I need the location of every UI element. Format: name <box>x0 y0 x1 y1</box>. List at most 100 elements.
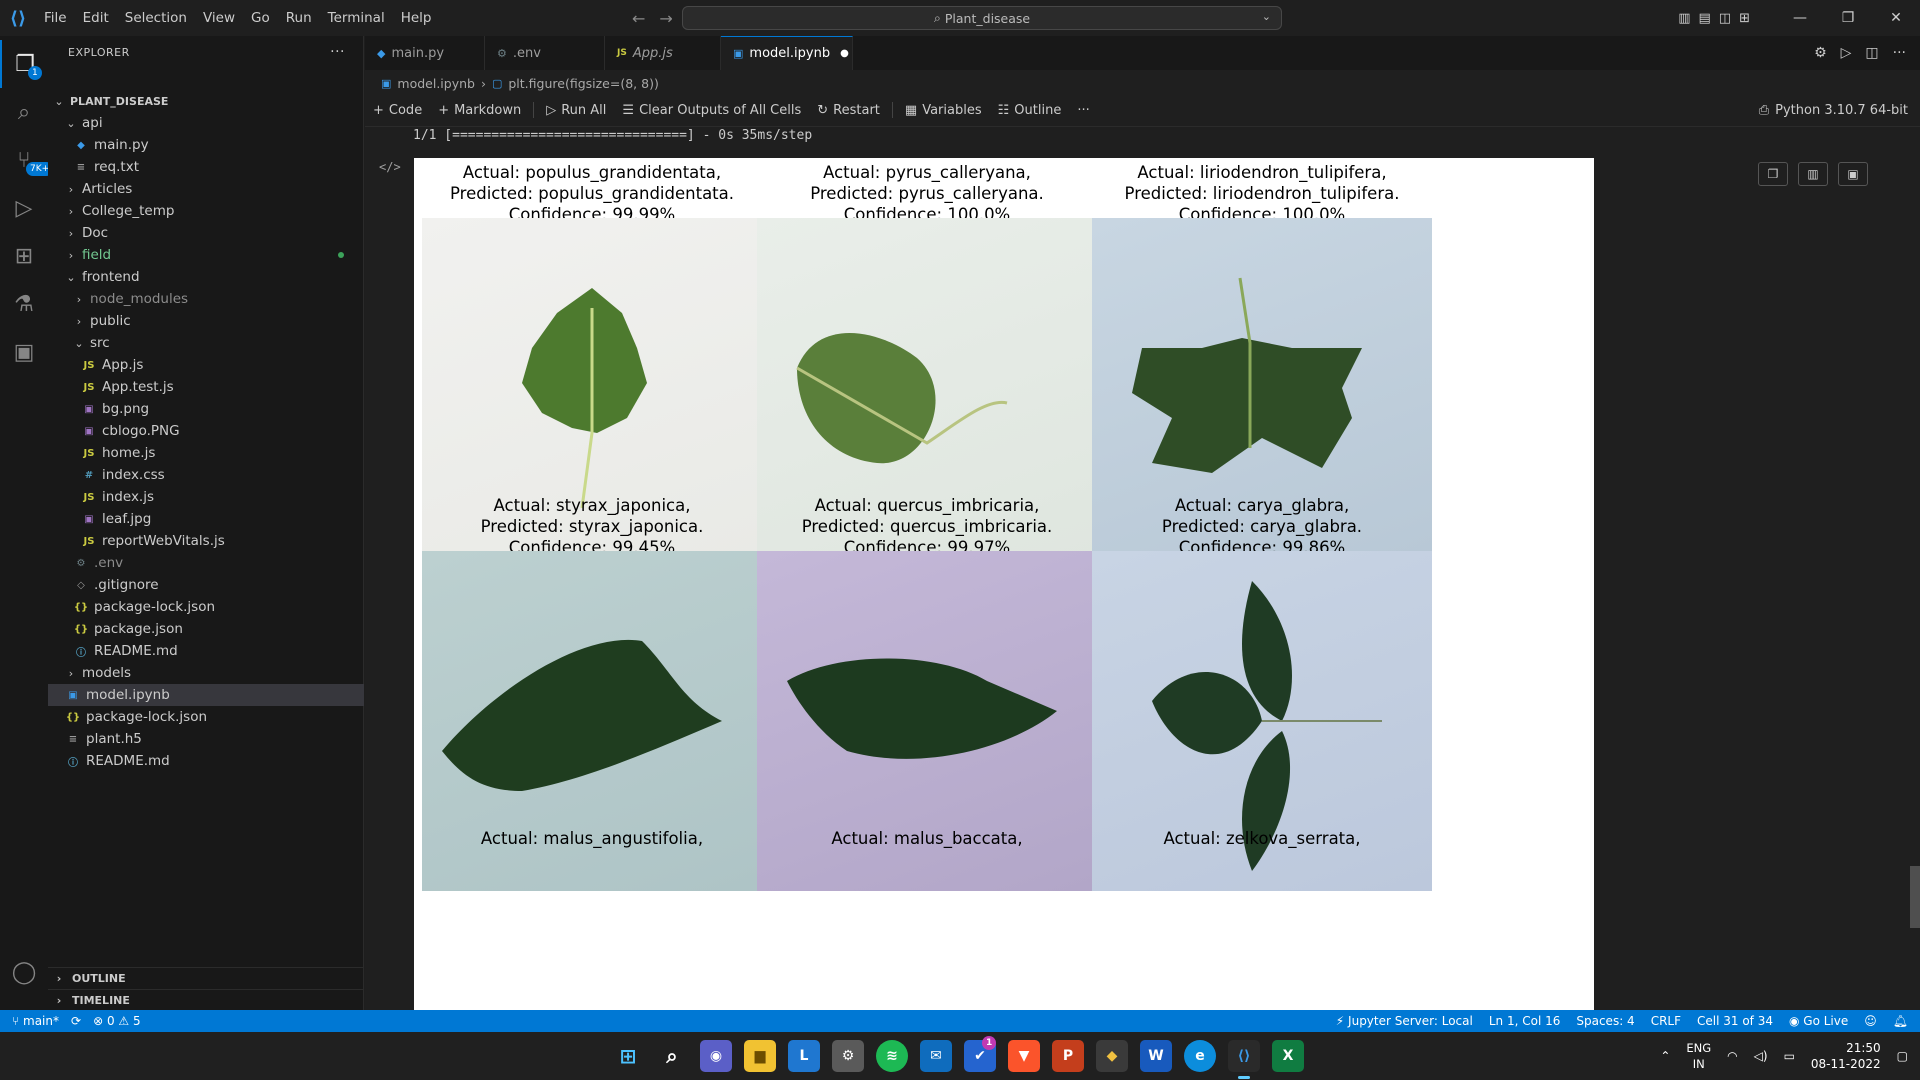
notifications-bell-icon[interactable]: 🔔︎ <box>1893 1014 1908 1028</box>
more-actions-icon[interactable]: ··· <box>330 44 345 60</box>
output-code-icon[interactable]: </> <box>379 160 401 174</box>
menu-view[interactable]: View <box>195 0 243 36</box>
menu-terminal[interactable]: Terminal <box>320 0 393 36</box>
teams-chat-icon[interactable]: ◉ <box>700 1040 732 1072</box>
line-ending[interactable]: CRLF <box>1651 1014 1681 1028</box>
tree-file[interactable]: {} package-lock.json <box>48 706 364 728</box>
add-markdown-cell-button[interactable]: + Markdown <box>438 103 521 118</box>
feedback-icon[interactable]: ☺ <box>1864 1014 1877 1028</box>
run-all-button[interactable]: ▷ Run All <box>546 103 606 118</box>
notification-center-icon[interactable]: ▢ <box>1897 1049 1908 1063</box>
tree-folder[interactable]: › College_temp <box>48 200 364 222</box>
remote-explorer-icon[interactable]: ▣ <box>0 328 48 376</box>
tree-file[interactable]: JS App.js <box>48 354 364 376</box>
file-explorer-icon[interactable]: ▆ <box>744 1040 776 1072</box>
toggle-primary-sidebar-icon[interactable]: ▥ <box>1678 11 1690 26</box>
search-icon[interactable]: ⌕ <box>0 88 48 136</box>
word-icon[interactable]: W <box>1140 1040 1172 1072</box>
tree-file[interactable]: # index.css <box>48 464 364 486</box>
menu-go[interactable]: Go <box>243 0 278 36</box>
problems-item[interactable]: ⊗ 0 ⚠ 5 <box>93 1014 141 1028</box>
command-center-search[interactable]: ⌕ Plant_disease ⌄ <box>682 6 1282 30</box>
tree-folder[interactable]: › field <box>48 244 364 266</box>
tree-file[interactable]: ⓘ README.md <box>48 750 364 772</box>
battery-icon[interactable]: ▭ <box>1784 1049 1795 1063</box>
search-icon[interactable]: ⌕ <box>656 1040 688 1072</box>
save-output-icon[interactable]: ▣ <box>1838 162 1868 186</box>
windows-start-icon[interactable]: ⊞ <box>612 1040 644 1072</box>
tree-file[interactable]: JS reportWebVitals.js <box>48 530 364 552</box>
language-indicator[interactable]: ENG IN <box>1686 1040 1711 1072</box>
settings-gear-icon[interactable]: ⚙ <box>832 1040 864 1072</box>
explorer-icon[interactable]: ❐ 1 <box>0 40 48 88</box>
tab-env[interactable]: ⚙ .env <box>485 36 605 70</box>
more-actions-button[interactable]: ··· <box>1077 103 1089 118</box>
tree-file[interactable]: JS home.js <box>48 442 364 464</box>
tree-file[interactable]: ▣ model.ipynb <box>48 684 364 706</box>
source-control-icon[interactable]: ⑂ 7K+ <box>0 136 54 184</box>
tree-folder[interactable]: › models <box>48 662 364 684</box>
tree-folder[interactable]: › public <box>48 310 364 332</box>
tree-file[interactable]: ≡ req.txt <box>48 156 364 178</box>
chevron-up-icon[interactable]: ⌃ <box>1660 1049 1670 1063</box>
tree-folder[interactable]: ⌄ api <box>48 112 364 134</box>
menu-edit[interactable]: Edit <box>75 0 117 36</box>
excel-icon[interactable]: X <box>1272 1040 1304 1072</box>
accounts-icon[interactable]: ◯ <box>0 948 48 996</box>
variables-button[interactable]: ▦ Variables <box>905 103 982 118</box>
more-actions-icon[interactable]: ··· <box>1893 45 1906 61</box>
chevron-down-icon[interactable]: ⌄ <box>1262 10 1271 23</box>
unsaved-dot-icon[interactable]: ● <box>840 48 849 59</box>
sync-icon[interactable]: ⟳ <box>71 1014 81 1028</box>
tree-file[interactable]: {} package-lock.json <box>48 596 364 618</box>
menu-selection[interactable]: Selection <box>117 0 195 36</box>
toggle-panel-icon[interactable]: ▤ <box>1699 11 1711 26</box>
split-editor-icon[interactable]: ◫ <box>1865 45 1878 61</box>
tree-folder[interactable]: › node_modules <box>48 288 364 310</box>
run-debug-icon[interactable]: ▷ <box>0 184 48 232</box>
tree-folder[interactable]: ⌄ frontend <box>48 266 364 288</box>
toggle-secondary-sidebar-icon[interactable]: ◫ <box>1719 11 1731 26</box>
outline-section[interactable]: › OUTLINE <box>48 967 364 989</box>
tree-folder[interactable]: › Articles <box>48 178 364 200</box>
menu-run[interactable]: Run <box>278 0 320 36</box>
tree-root-folder[interactable]: ⌄ PLANT_DISEASE <box>48 90 364 112</box>
minimize-button[interactable]: — <box>1776 10 1824 26</box>
plot-viewer-icon[interactable]: ▥ <box>1798 162 1828 186</box>
close-button[interactable]: ✕ <box>1872 10 1920 26</box>
tree-file[interactable]: ▣ bg.png <box>48 398 364 420</box>
tree-file[interactable]: ⚙ .env <box>48 552 364 574</box>
tree-file[interactable]: {} package.json <box>48 618 364 640</box>
restore-button[interactable]: ❐ <box>1824 10 1872 26</box>
branch-item[interactable]: ⑂ main* <box>12 1014 59 1028</box>
customize-layout-icon[interactable]: ⊞ <box>1739 11 1750 26</box>
cursor-position[interactable]: Ln 1, Col 16 <box>1489 1014 1561 1028</box>
tree-file[interactable]: ≡ plant.h5 <box>48 728 364 750</box>
back-arrow-icon[interactable]: ← <box>632 9 645 28</box>
tree-file[interactable]: JS App.test.js <box>48 376 364 398</box>
l-app-icon[interactable]: L <box>788 1040 820 1072</box>
add-code-cell-button[interactable]: + Code <box>373 103 422 118</box>
testing-icon[interactable]: ⚗ <box>0 280 48 328</box>
extensions-icon[interactable]: ⊞ <box>0 232 48 280</box>
menu-file[interactable]: File <box>36 0 75 36</box>
breadcrumb-symbol[interactable]: plt.figure(figsize=(8, 8)) <box>508 76 658 91</box>
tree-folder[interactable]: ⌄ src <box>48 332 364 354</box>
spotify-icon[interactable]: ≋ <box>876 1040 908 1072</box>
wifi-icon[interactable]: ◠ <box>1727 1049 1737 1063</box>
menu-help[interactable]: Help <box>393 0 440 36</box>
forward-arrow-icon[interactable]: → <box>659 9 672 28</box>
tree-file[interactable]: ▣ leaf.jpg <box>48 508 364 530</box>
tree-file[interactable]: ⓘ README.md <box>48 640 364 662</box>
git-tool-icon[interactable]: ◆ <box>1096 1040 1128 1072</box>
edge-browser-icon[interactable]: e <box>1184 1040 1216 1072</box>
tree-file[interactable]: ▣ cblogo.PNG <box>48 420 364 442</box>
restart-button[interactable]: ↻ Restart <box>817 103 880 118</box>
timeline-section[interactable]: › TIMELINE <box>48 989 364 1011</box>
go-live-item[interactable]: ◉ Go Live <box>1789 1014 1848 1028</box>
kernel-settings-gear-icon[interactable]: ⚙ <box>1814 45 1827 61</box>
kernel-picker[interactable]: ⎙ Python 3.10.7 64-bit <box>1759 94 1908 126</box>
jupyter-server-item[interactable]: ⚡ Jupyter Server: Local <box>1336 1014 1473 1028</box>
copy-output-icon[interactable]: ❐ <box>1758 162 1788 186</box>
todo-icon[interactable]: ✔ 1 <box>964 1036 997 1072</box>
